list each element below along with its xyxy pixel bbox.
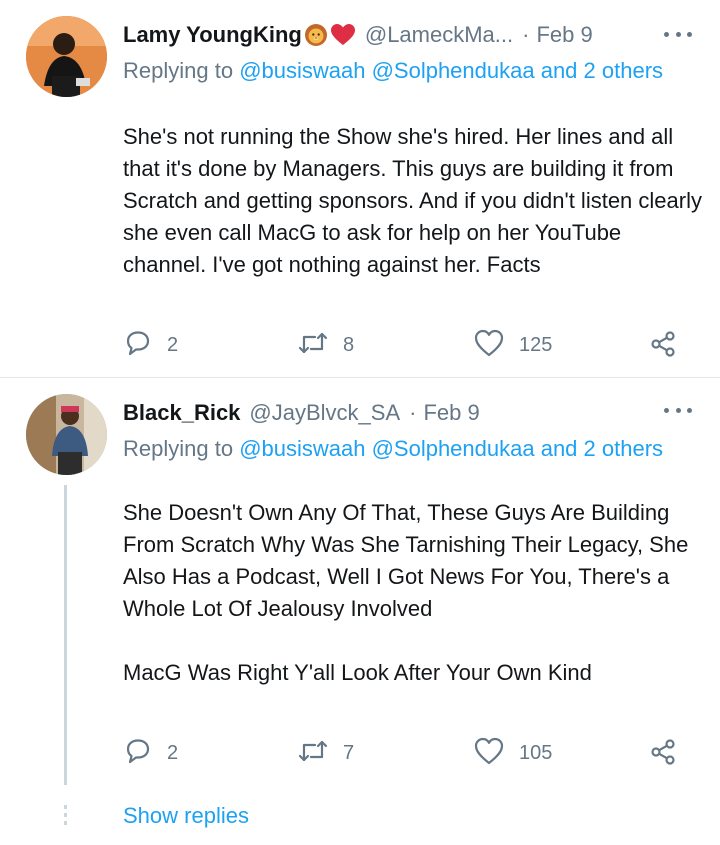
more-options-icon[interactable]: [664, 24, 692, 44]
like-button[interactable]: 125: [473, 328, 552, 363]
tweet-text: She Doesn't Own Any Of That, These Guys …: [123, 500, 689, 685]
replying-to: Replying to @busiswaah @Solphendukaa and…: [123, 433, 683, 465]
like-count: 105: [519, 742, 553, 764]
tweet-actions: 2 7 105: [123, 736, 703, 770]
reply-button[interactable]: 2: [123, 736, 178, 771]
display-name[interactable]: Black_Rick: [123, 400, 240, 426]
show-replies-link[interactable]: Show replies: [123, 803, 249, 829]
heart-icon: [473, 328, 505, 363]
display-name[interactable]: Lamy YoungKing: [123, 22, 302, 48]
tweet-actions: 2 8 125: [123, 328, 703, 362]
share-icon[interactable]: [649, 738, 677, 771]
separator-dot: ·: [522, 22, 530, 47]
tweet-date[interactable]: Feb 9: [423, 400, 479, 426]
avatar[interactable]: [26, 394, 107, 475]
user-handle[interactable]: @JayBlvck_SA: [249, 400, 400, 426]
reply-button[interactable]: 2: [123, 328, 178, 363]
lion-face-icon: [304, 23, 328, 47]
tweet-header: Lamy YoungKing @LameckMa... · Feb 9: [123, 19, 703, 51]
separator-dot: ·: [409, 400, 417, 425]
tweet[interactable]: Lamy YoungKing @LameckMa... · Feb 9 Repl…: [0, 0, 720, 378]
avatar[interactable]: [26, 16, 107, 97]
retweet-count: 8: [343, 334, 355, 356]
replying-prefix: Replying to: [123, 436, 240, 461]
tweet-header: Black_Rick @JayBlvck_SA · Feb 9: [123, 397, 703, 429]
thread-continuation-dots: [64, 805, 67, 833]
thread-line: [64, 485, 67, 785]
more-options-icon[interactable]: [664, 400, 692, 420]
share-icon[interactable]: [649, 330, 677, 363]
user-handle[interactable]: @LameckMa...: [365, 22, 513, 48]
reply-icon: [123, 328, 153, 363]
retweet-icon: [297, 328, 329, 363]
replying-to: Replying to @busiswaah @Solphendukaa and…: [123, 55, 683, 87]
reply-icon: [123, 736, 153, 771]
retweet-button[interactable]: 8: [297, 328, 354, 363]
retweet-icon: [297, 736, 329, 771]
avatar-photo: [26, 16, 107, 97]
replying-mentions-link[interactable]: @busiswaah @Solphendukaa and 2 others: [239, 58, 663, 83]
like-count: 125: [519, 334, 553, 356]
avatar-photo: [26, 394, 107, 475]
tweet-date[interactable]: Feb 9: [536, 22, 592, 48]
replying-prefix: Replying to: [123, 58, 240, 83]
replying-mentions-link[interactable]: @busiswaah @Solphendukaa and 2 others: [239, 436, 663, 461]
red-heart-icon: [330, 23, 356, 47]
reply-count: 2: [167, 742, 179, 764]
retweet-button[interactable]: 7: [297, 736, 354, 771]
like-button[interactable]: 105: [473, 736, 552, 771]
retweet-count: 7: [343, 742, 355, 764]
reply-count: 2: [167, 334, 179, 356]
heart-icon: [473, 736, 505, 771]
tweet-text: She's not running the Show she's hired. …: [123, 124, 702, 277]
